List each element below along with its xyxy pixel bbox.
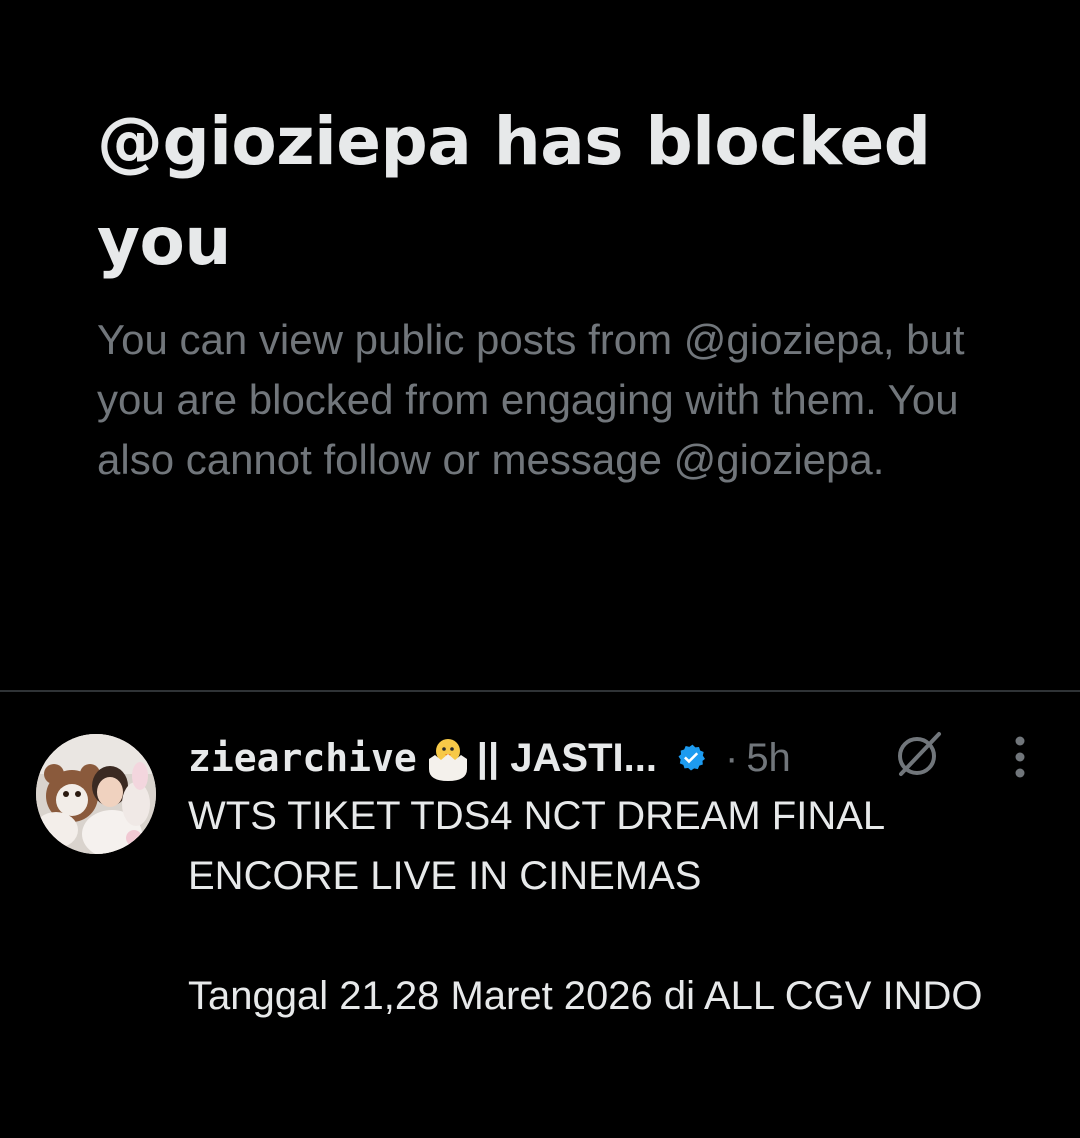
avatar[interactable] (36, 734, 156, 854)
blocked-notice: @gioziepa has blocked you You can view p… (97, 92, 997, 490)
post-header: ziearchive || JASTI... · 5h (188, 728, 791, 788)
grok-icon[interactable] (893, 728, 945, 780)
separator-dot: · (724, 735, 739, 780)
author-name-suffix[interactable]: || JASTI... (477, 736, 657, 781)
blocked-description: You can view public posts from @gioziepa… (97, 316, 965, 483)
post-text: WTS TIKET TDS4 NCT DREAM FINAL ENCORE LI… (188, 786, 1048, 1026)
post-timestamp[interactable]: 5h (746, 736, 791, 781)
hatching-chick-emoji (423, 733, 473, 783)
more-vertical-icon[interactable] (1000, 732, 1040, 782)
blocked-title: @gioziepa has blocked you (97, 103, 931, 280)
post-text-line: WTS TIKET TDS4 NCT DREAM FINAL ENCORE LI… (188, 794, 884, 898)
avatar-image (36, 734, 156, 854)
post-card[interactable]: ziearchive || JASTI... · 5h WTS TIKET TD… (0, 692, 1080, 1138)
verified-badge-icon (671, 738, 711, 778)
author-name[interactable]: ziearchive (188, 736, 417, 780)
post-text-line: Tanggal 21,28 Maret 2026 di ALL CGV INDO (188, 974, 983, 1018)
